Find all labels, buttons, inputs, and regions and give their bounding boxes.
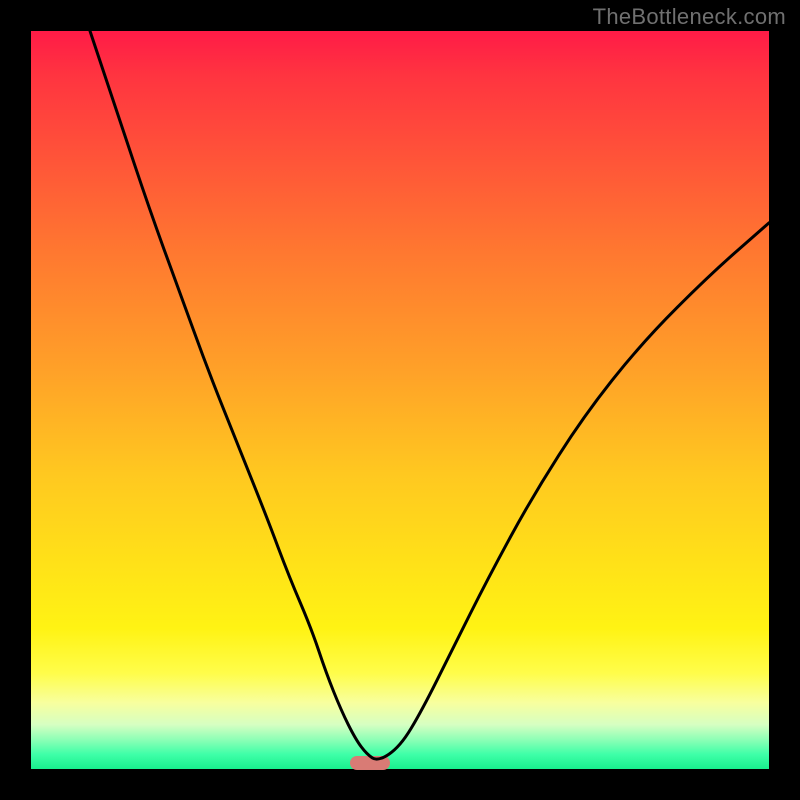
watermark-text: TheBottleneck.com [593, 4, 786, 30]
bottleneck-curve [90, 31, 769, 759]
curve-layer [31, 31, 769, 769]
chart-frame: TheBottleneck.com [0, 0, 800, 800]
plot-area [31, 31, 769, 769]
